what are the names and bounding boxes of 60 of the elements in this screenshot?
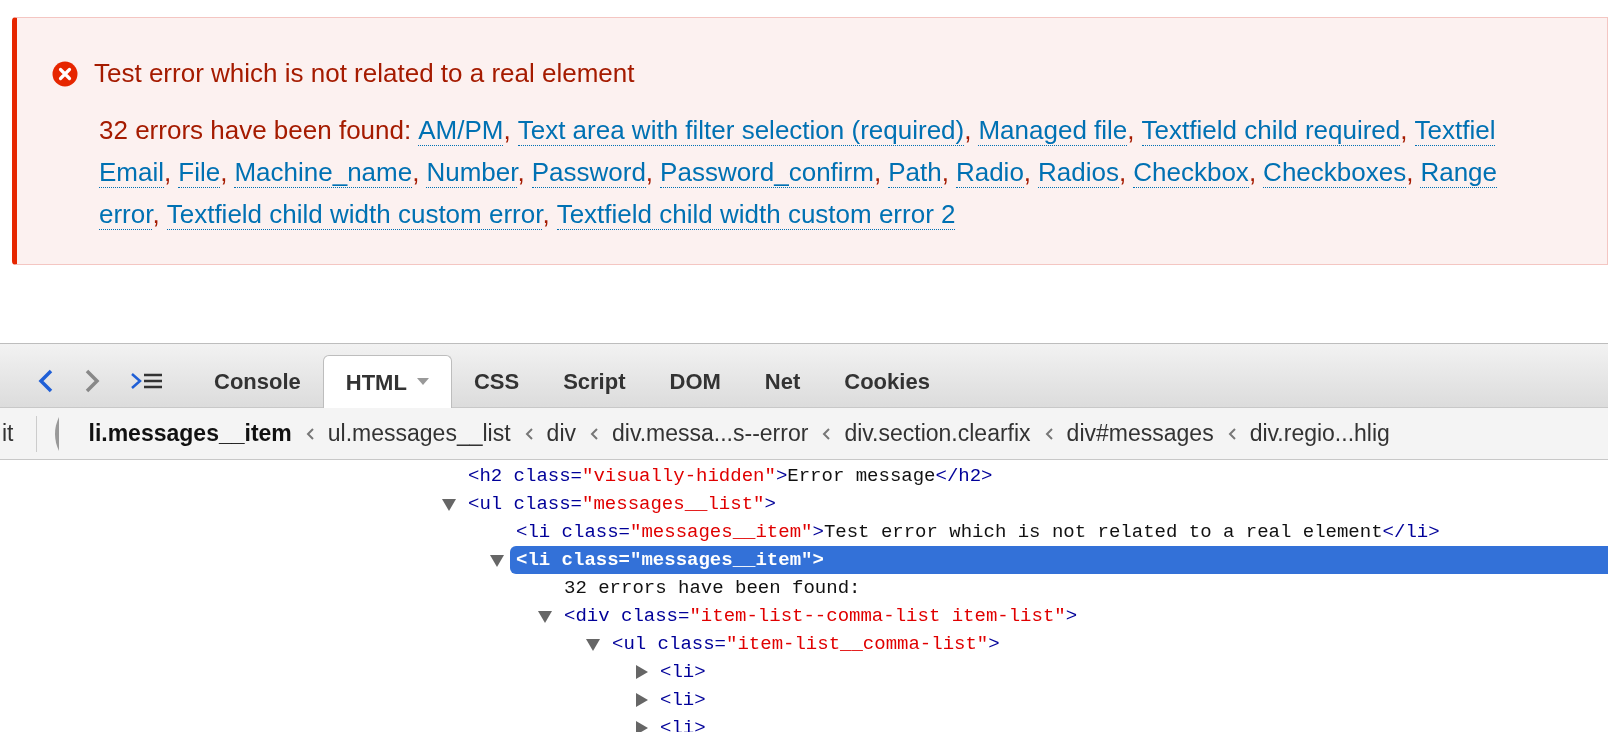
markup-line[interactable]: <div class="item-list--comma-list item-list">: [558, 602, 1608, 630]
markup-line[interactable]: <ul class="item-list__comma-list">: [606, 630, 1608, 658]
collapsed-triangle-icon[interactable]: [633, 720, 649, 732]
error-link[interactable]: Password_confirm,: [660, 157, 882, 187]
chevron-left-icon: [822, 427, 831, 440]
devtools-tab[interactable]: Net: [742, 355, 823, 407]
error-link[interactable]: Path,: [888, 157, 949, 187]
expanded-triangle-icon[interactable]: [537, 608, 553, 624]
breadcrumb-item[interactable]: div.section.clearfix: [844, 416, 1031, 451]
chevron-left-icon: [524, 427, 533, 440]
expanded-triangle-icon[interactable]: [585, 636, 601, 652]
error-link[interactable]: Checkbox,: [1133, 157, 1257, 187]
error-link[interactable]: Radios,: [1038, 157, 1127, 187]
error-icon: [52, 60, 78, 87]
markup-line[interactable]: <ul class="messages__list">: [462, 490, 1608, 518]
error-link[interactable]: AM/PM,: [418, 115, 511, 145]
error-link[interactable]: Textfield child width custom error 2: [556, 199, 956, 229]
error-link[interactable]: Password,: [531, 157, 654, 187]
chevron-left-icon: [305, 427, 314, 440]
devtools-tab[interactable]: CSS: [451, 355, 542, 407]
chevron-left-icon: [590, 427, 598, 440]
markup-line[interactable]: <li>: [654, 658, 1608, 686]
error-link[interactable]: Range: [1420, 157, 1498, 187]
error-link[interactable]: error,: [99, 199, 160, 229]
error-link[interactable]: Number,: [426, 157, 525, 187]
devtools-tab[interactable]: Console: [192, 355, 323, 407]
devtools-tab[interactable]: Cookies: [822, 355, 952, 407]
error-link[interactable]: Machine_name,: [234, 157, 420, 187]
markup-line[interactable]: <h2 class="visually-hidden">Error message</h2>: [462, 462, 1608, 490]
chevron-left-icon: [1044, 427, 1053, 440]
expanded-triangle-icon[interactable]: [441, 496, 457, 512]
markup-line[interactable]: 32 errors have been found:: [558, 574, 1608, 602]
chevron-left-icon: [1227, 427, 1236, 440]
devtools-tab[interactable]: Script: [541, 355, 648, 407]
error-link[interactable]: Email,: [99, 157, 172, 187]
breadcrumb-item[interactable]: ul.messages__list: [327, 416, 511, 451]
error-title: Test error which is not related to a real element: [94, 57, 635, 90]
error-link[interactable]: Textfiel: [1414, 115, 1496, 145]
expanded-triangle-icon[interactable]: [489, 552, 505, 568]
command-line-icon[interactable]: [130, 371, 164, 391]
breadcrumb-item[interactable]: div: [546, 416, 576, 451]
breadcrumb-item[interactable]: div.messa...s--error: [612, 416, 809, 451]
devtools-tab[interactable]: HTML: [322, 355, 452, 408]
error-link[interactable]: Checkboxes,: [1263, 157, 1414, 187]
error-link[interactable]: Textfield child width custom error,: [166, 199, 550, 229]
devtools-tab[interactable]: DOM: [647, 355, 743, 407]
breadcrumb-item[interactable]: li.messages__item: [88, 416, 292, 451]
breadcrumb-item[interactable]: div#messages: [1066, 416, 1214, 451]
breadcrumb-item[interactable]: it: [2, 416, 14, 451]
error-link[interactable]: Textfield child required,: [1141, 115, 1408, 145]
collapsed-triangle-icon[interactable]: [633, 664, 649, 680]
error-summary: 32 errors have been found:: [99, 115, 412, 145]
error-link[interactable]: Managed file,: [978, 115, 1135, 145]
error-link[interactable]: File,: [178, 157, 228, 187]
error-link[interactable]: Radio,: [955, 157, 1032, 187]
breadcrumb-item[interactable]: div.regio...hlig: [1249, 416, 1390, 451]
markup-line[interactable]: <li>: [654, 686, 1608, 714]
error-link[interactable]: Text area with filter selection (required),: [517, 115, 972, 145]
markup-line[interactable]: <li class="messages__item">Test error which is not related to a real element</li>: [510, 518, 1608, 546]
collapsed-triangle-icon[interactable]: [633, 692, 649, 708]
